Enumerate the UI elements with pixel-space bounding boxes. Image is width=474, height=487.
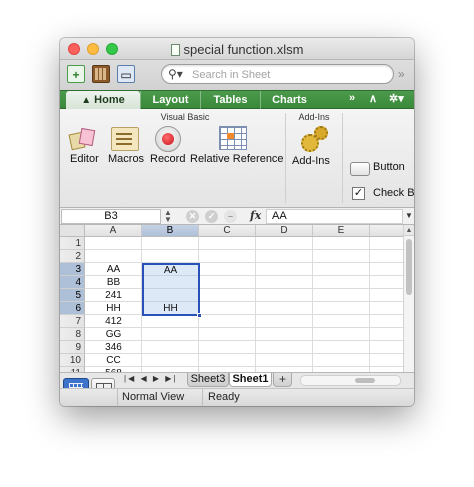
standard-toolbar: + ▭ ⚲▾ » [60,60,414,90]
window-title: special function.xlsm [60,42,414,57]
cell-a9[interactable]: 346 [85,341,142,354]
new-workbook-icon[interactable]: + [67,65,85,83]
row-header[interactable]: 6 [60,302,85,315]
cell-a7[interactable]: 412 [85,315,142,328]
row-header[interactable]: 3 [60,263,85,276]
form-button-control-icon[interactable] [350,162,370,176]
status-mode: Ready [208,391,240,403]
relative-reference-icon [219,126,247,150]
cancel-formula-icon[interactable]: ✕ [186,210,199,223]
cell-a4[interactable]: BB [85,276,142,289]
cell-a6[interactable]: HH [85,302,142,315]
cell-a8[interactable]: GG [85,328,142,341]
row-header[interactable]: 4 [60,276,85,289]
collapse-ribbon-icon[interactable]: ∧ [369,92,377,105]
search-icon[interactable]: ⚲▾ [168,67,183,81]
editor-icon [68,127,96,151]
vertical-scroll-thumb[interactable] [406,239,412,295]
record-icon [155,126,181,152]
relative-reference-label: Relative Reference [190,153,284,165]
cell-b6[interactable]: HH [142,302,199,315]
column-header-e[interactable]: E [313,225,370,237]
sheet-tab-sheet1[interactable]: Sheet1 [229,373,272,387]
editor-label: Editor [70,153,99,165]
status-view: Normal View [122,391,185,403]
row-header[interactable]: 9 [60,341,85,354]
sheet-navigation-arrows[interactable]: |◀ ◀ ▶ ▶| [124,374,177,383]
macros-icon [111,127,139,151]
gears-icon [301,126,329,154]
column-header-a[interactable]: A [85,225,142,237]
status-bar: Normal View Ready [60,388,414,406]
tab-home[interactable]: ▲ Home [66,91,140,109]
checkbox-control-label[interactable]: Check Bo [373,187,414,199]
formula-input[interactable]: AA [266,209,403,224]
split-box-icon[interactable]: ▲ [404,225,414,236]
form-button-label[interactable]: Button [373,161,405,173]
group-label-visual-basic: Visual Basic [160,112,210,122]
add-ins-label: Add-Ins [292,155,330,167]
column-header-f[interactable] [370,225,403,237]
checkbox-control-icon[interactable]: ✓ [352,187,365,200]
tab-charts[interactable]: Charts [260,91,318,109]
record-label: Record [150,153,186,165]
row-header[interactable]: 8 [60,328,85,341]
more-tabs-icon[interactable]: » [349,92,355,104]
search-input[interactable] [192,67,387,82]
column-header-b[interactable]: B [142,225,199,237]
cell-a3[interactable]: AA [85,263,142,276]
sheet-tab-bar: |◀ ◀ ▶ ▶| Sheet3 Sheet1 + [60,372,414,398]
open-folder-icon[interactable]: ▭ [117,65,135,83]
ribbon-tab-bar: ▲ Home Layout Tables Charts » ∧ ✲▾ [60,90,414,109]
select-all-corner[interactable] [60,225,85,237]
home-icon: ▲ [81,95,92,106]
row-header[interactable]: 1 [60,237,85,250]
status-divider [202,389,203,406]
row-header[interactable]: 2 [60,250,85,263]
group-separator [285,113,286,203]
ribbon-settings-icon[interactable]: ✲▾ [389,92,404,105]
name-box-stepper-icon[interactable]: ▲ ▼ [164,209,172,224]
cell-b3[interactable]: AA [142,264,199,277]
add-sheet-button[interactable]: + [273,373,292,387]
formula-bar: B3 ▲ ▼ ✕ ✓ – fx AA ▼ [60,208,414,225]
formula-history-icon[interactable]: – [224,210,237,223]
horizontal-scrollbar[interactable] [300,375,401,386]
excel-window: special function.xlsm + ▭ ⚲▾ » ▲Home Lay… [60,38,414,406]
accept-formula-icon[interactable]: ✓ [205,210,218,223]
search-box[interactable]: ⚲▾ [161,64,394,84]
status-divider [117,389,118,406]
tab-tables[interactable]: Tables [200,91,260,109]
expand-formula-bar-icon[interactable]: ▼ [405,211,413,220]
group-label-add-ins: Add-Ins [298,112,330,122]
insert-function-icon[interactable]: fx [250,209,261,222]
ribbon-developer: Visual Basic Add-Ins Editor Macros Recor… [60,109,414,208]
title-bar[interactable]: special function.xlsm [60,38,414,60]
name-box[interactable]: B3 [61,209,161,224]
column-header-d[interactable]: D [256,225,313,237]
macros-label: Macros [108,153,145,165]
document-icon [170,44,180,56]
row-header[interactable]: 5 [60,289,85,302]
workbook-gallery-icon[interactable] [92,65,110,83]
group-separator [342,113,343,203]
column-header-c[interactable]: C [199,225,256,237]
cell-a5[interactable]: 241 [85,289,142,302]
cell-a10[interactable]: CC [85,354,142,367]
toolbar-overflow-icon[interactable]: » [398,67,405,81]
horizontal-scroll-thumb[interactable] [355,378,375,383]
row-header[interactable]: 10 [60,354,85,367]
sheet-tab-sheet3[interactable]: Sheet3 [187,373,229,387]
tab-layout[interactable]: Layout [140,91,200,109]
row-header[interactable]: 7 [60,315,85,328]
